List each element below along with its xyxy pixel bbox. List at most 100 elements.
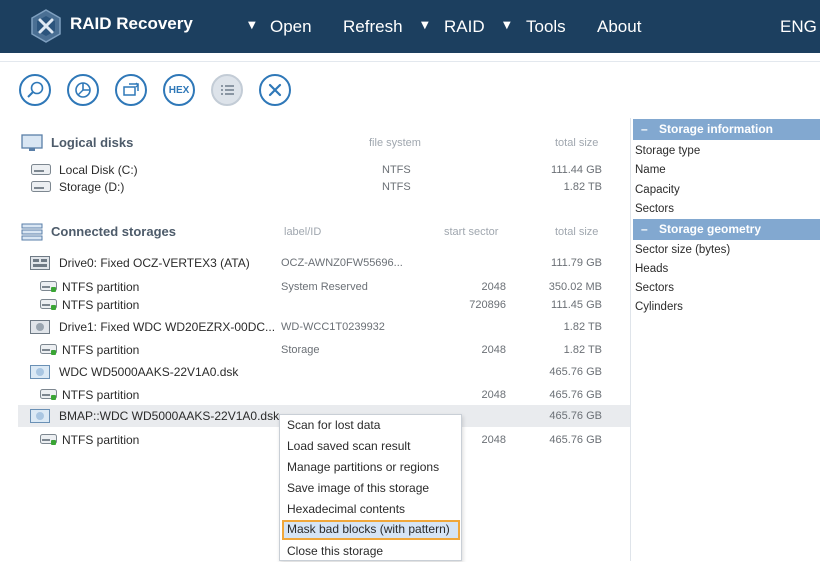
disk-size: 111.44 GB	[551, 164, 602, 176]
info-storage-type: Storage type	[635, 145, 701, 157]
geometry-heads: Heads	[635, 263, 669, 275]
storage-row[interactable]: Drive1: Fixed WDC WD20EZRX-00DC... WD-WCC…	[18, 316, 630, 338]
storage-size: 111.45 GB	[551, 299, 602, 311]
logical-disk-row[interactable]: Storage (D:) NTFS 1.82 TB	[18, 176, 630, 198]
storage-row[interactable]: Drive0: Fixed OCZ-VERTEX3 (ATA) OCZ-AWNZ0…	[18, 252, 630, 274]
ctx-load-scan-result[interactable]: Load saved scan result	[282, 437, 460, 457]
ctx-hex-contents[interactable]: Hexadecimal contents	[282, 500, 460, 520]
toolbar-separator	[0, 61, 820, 62]
storage-size: 465.76 GB	[549, 434, 602, 446]
ctx-manage-partitions[interactable]: Manage partitions or regions	[282, 458, 460, 478]
manage-partitions-button[interactable]	[115, 74, 147, 106]
ctx-close-storage[interactable]: Close this storage	[282, 542, 460, 562]
close-icon	[268, 83, 282, 97]
disk-name: Local Disk (C:)	[59, 163, 138, 177]
storages-stack-icon	[21, 223, 43, 241]
col-total-size: total size	[555, 137, 599, 149]
image-file-icon	[30, 365, 50, 382]
storage-size: 465.76 GB	[549, 389, 602, 401]
storage-size: 1.82 TB	[563, 321, 602, 333]
statistics-button[interactable]	[67, 74, 99, 106]
raid-dropdown-arrow-icon[interactable]: ▼	[421, 20, 429, 31]
partition-icon	[40, 434, 57, 449]
storage-name: NTFS partition	[62, 388, 140, 402]
connected-storages-title: Connected storages	[51, 224, 176, 239]
storage-label: OCZ-AWNZ0FW55696...	[281, 257, 403, 269]
app-title: RAID Recovery	[70, 14, 193, 33]
storage-size: 111.79 GB	[551, 257, 602, 269]
info-capacity: Capacity	[635, 184, 680, 196]
close-storage-button[interactable]	[259, 74, 291, 106]
top-bar: RAID Recovery ▼ Open Refresh ▼ RAID ▼ To…	[0, 0, 820, 53]
disk-size: 1.82 TB	[563, 181, 602, 193]
scan-button[interactable]	[19, 74, 51, 106]
storage-size: 1.82 TB	[563, 344, 602, 356]
panel-divider	[630, 118, 631, 561]
menu-raid[interactable]: RAID	[444, 17, 485, 37]
image-file-icon	[30, 409, 50, 426]
partition-icon	[40, 389, 57, 404]
ctx-mask-bad-blocks[interactable]: Mask bad blocks (with pattern)	[282, 520, 460, 540]
list-icon	[221, 85, 234, 95]
storage-row[interactable]: WDC WD5000AAKS-22V1A0.dsk 465.76 GB	[18, 361, 630, 383]
menu-tools[interactable]: Tools	[526, 17, 566, 37]
col-file-system: file system	[369, 137, 421, 149]
storage-name: NTFS partition	[62, 298, 140, 312]
geometry-sector-size: Sector size (bytes)	[635, 244, 731, 256]
hdd-icon	[30, 320, 50, 337]
context-menu: Scan for lost data Load saved scan resul…	[279, 414, 462, 561]
hex-button[interactable]: HEX	[163, 74, 195, 106]
app-logo-icon	[31, 9, 61, 43]
monitor-icon	[21, 134, 43, 151]
geometry-sectors: Sectors	[635, 282, 674, 294]
storage-size: 465.76 GB	[549, 410, 602, 422]
storage-label: System Reserved	[281, 281, 368, 293]
tools-dropdown-arrow-icon[interactable]: ▼	[503, 20, 511, 31]
menu-open[interactable]: Open	[270, 17, 312, 37]
storage-start-sector: 720896	[469, 299, 506, 311]
storage-size: 465.76 GB	[549, 366, 602, 378]
drive-icon	[31, 181, 51, 192]
ctx-save-image[interactable]: Save image of this storage	[282, 479, 460, 499]
col-start-sector: start sector	[444, 226, 499, 238]
storage-start-sector: 2048	[481, 389, 506, 401]
info-name: Name	[635, 164, 666, 176]
menu-refresh[interactable]: Refresh	[343, 17, 403, 37]
storage-name: BMAP::WDC WD5000AAKS-22V1A0.dsk	[59, 409, 280, 423]
storage-size: 350.02 MB	[548, 281, 602, 293]
hex-icon: HEX	[168, 84, 190, 96]
partition-row[interactable]: NTFS partition Storage 2048 1.82 TB	[18, 339, 630, 361]
disk-fs: NTFS	[382, 164, 411, 176]
storage-name: NTFS partition	[62, 280, 140, 294]
ssd-icon	[30, 256, 50, 273]
swap-icon	[123, 82, 139, 96]
drive-icon	[31, 164, 51, 175]
storage-name: Drive0: Fixed OCZ-VERTEX3 (ATA)	[59, 256, 250, 270]
menu-about[interactable]: About	[597, 17, 641, 37]
storage-label: WD-WCC1T0239932	[281, 321, 385, 333]
storage-label: Storage	[281, 344, 320, 356]
storage-name: WDC WD5000AAKS-22V1A0.dsk	[59, 365, 239, 379]
search-icon	[27, 81, 44, 98]
language-selector[interactable]: ENG	[780, 17, 817, 37]
partition-row[interactable]: NTFS partition 2048 465.76 GB	[18, 384, 630, 406]
col-total-size: total size	[555, 226, 599, 238]
geometry-cylinders: Cylinders	[635, 301, 683, 313]
list-view-button[interactable]	[211, 74, 243, 106]
disk-fs: NTFS	[382, 181, 411, 193]
storage-information-header[interactable]: – Storage information	[633, 119, 820, 140]
storage-name: NTFS partition	[62, 433, 140, 447]
storage-start-sector: 2048	[481, 281, 506, 293]
storage-name: NTFS partition	[62, 343, 140, 357]
storage-geometry-header[interactable]: – Storage geometry	[633, 219, 820, 240]
storage-geometry-title: Storage geometry	[659, 222, 762, 236]
partition-icon	[40, 299, 57, 314]
ctx-scan-lost-data[interactable]: Scan for lost data	[282, 416, 460, 436]
pie-chart-icon	[75, 82, 91, 98]
collapse-icon: –	[641, 122, 648, 136]
partition-icon	[40, 344, 57, 359]
open-dropdown-arrow-icon[interactable]: ▼	[248, 20, 256, 31]
storage-name: Drive1: Fixed WDC WD20EZRX-00DC...	[59, 320, 276, 334]
partition-row[interactable]: NTFS partition 720896 111.45 GB	[18, 294, 630, 316]
col-label-id: label/ID	[284, 226, 322, 238]
